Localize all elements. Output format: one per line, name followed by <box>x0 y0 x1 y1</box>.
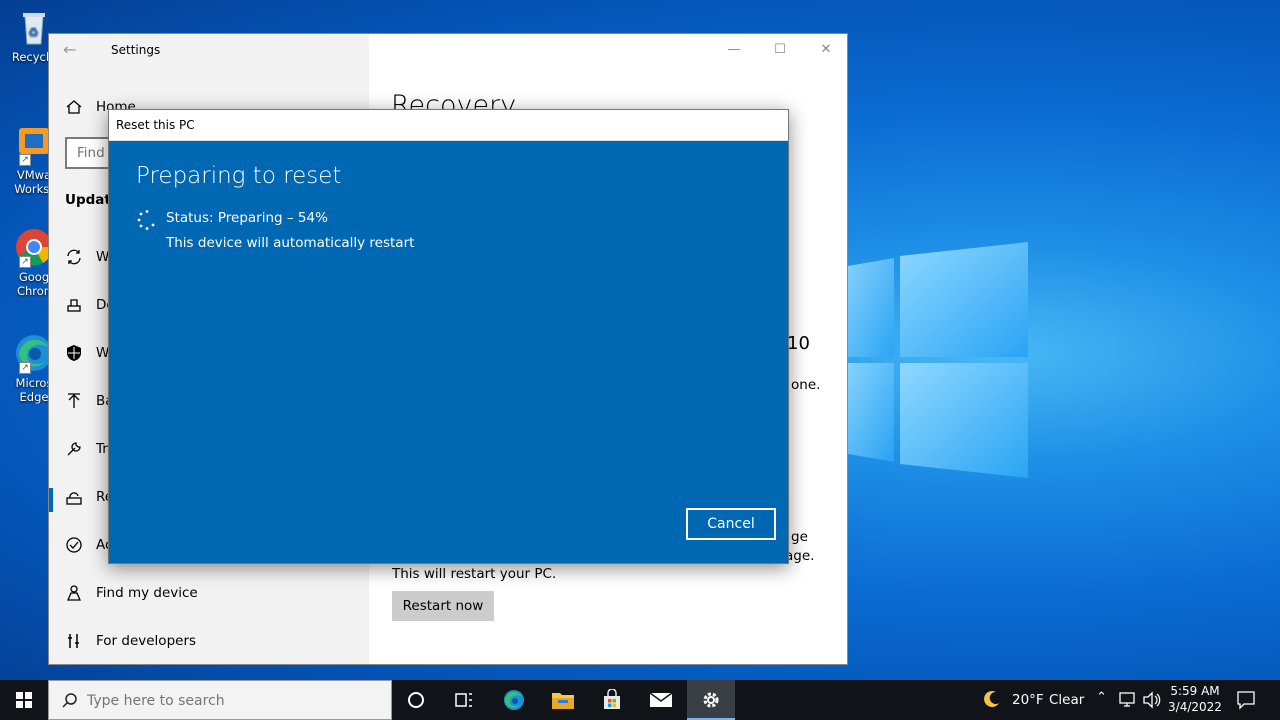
clock-time: 5:59 AM <box>1170 684 1220 698</box>
windows-logo-graphic <box>848 242 1028 478</box>
taskbar-search-box[interactable] <box>48 680 392 720</box>
partial-text: one. <box>791 377 821 393</box>
weather-temperature[interactable]: 20°F <box>1012 692 1044 708</box>
delivery-icon <box>65 296 83 314</box>
restart-now-button[interactable]: Restart now <box>392 591 494 621</box>
taskbar: 20°F Clear ⌃ 5:59 AM 3/4/2022 <box>0 680 1280 720</box>
sync-icon <box>65 248 83 266</box>
partial-heading-text: 10 <box>787 333 810 354</box>
status-text: Status: Preparing – 54% <box>166 210 328 226</box>
restart-description: This will restart your PC. <box>392 566 557 582</box>
taskbar-mail-button[interactable] <box>637 680 685 720</box>
shortcut-arrow-icon: ↗ <box>19 256 31 268</box>
wrench-icon <box>65 440 83 458</box>
start-button[interactable] <box>0 680 48 720</box>
dialog-heading: Preparing to reset <box>136 163 342 189</box>
search-input[interactable] <box>87 690 377 712</box>
shortcut-arrow-icon: ↗ <box>19 154 31 166</box>
maximize-button[interactable]: ☐ <box>757 38 803 62</box>
taskbar-clock[interactable]: 5:59 AM 3/4/2022 <box>1164 683 1226 715</box>
shield-icon <box>65 344 83 362</box>
cortana-button[interactable] <box>392 680 440 720</box>
partial-text: ge <box>791 529 808 545</box>
recovery-icon <box>65 488 83 506</box>
shortcut-arrow-icon: ↗ <box>19 362 31 374</box>
dialog-titlebar: Reset this PC <box>109 110 788 141</box>
sidebar-item-label: Tr <box>96 441 108 457</box>
cancel-button[interactable]: Cancel <box>686 508 776 540</box>
taskbar-edge-button[interactable] <box>490 680 538 720</box>
settings-title: Settings <box>111 43 161 57</box>
chevron-up-icon[interactable]: ⌃ <box>1096 690 1107 705</box>
weather-moon-icon[interactable] <box>982 689 1002 713</box>
search-icon <box>62 693 77 708</box>
task-view-button[interactable] <box>440 680 488 720</box>
clock-date: 3/4/2022 <box>1168 700 1222 714</box>
partial-text: age. <box>785 548 815 564</box>
folder-icon <box>552 693 574 709</box>
edge-icon <box>504 690 524 710</box>
taskbar-store-button[interactable] <box>588 680 636 720</box>
minimize-button[interactable]: — <box>711 38 757 62</box>
person-pin-icon <box>65 584 83 602</box>
weather-description[interactable]: Clear <box>1049 692 1084 708</box>
reset-pc-dialog: Reset this PC Preparing to reset Status:… <box>108 109 789 564</box>
network-icon[interactable] <box>1118 691 1136 713</box>
gear-icon <box>703 692 719 708</box>
cortana-circle-icon <box>408 692 424 708</box>
loading-spinner-icon <box>137 210 155 230</box>
windows-start-icon <box>16 692 32 708</box>
settings-titlebar: ← Settings <box>49 34 369 66</box>
restart-notice: This device will automatically restart <box>166 235 415 251</box>
mail-icon <box>649 692 673 707</box>
sidebar-item-find-my-device[interactable]: Find my device <box>49 572 369 616</box>
volume-icon[interactable] <box>1142 691 1162 713</box>
task-view-icon <box>455 693 472 707</box>
back-arrow-icon[interactable]: ← <box>63 40 76 59</box>
sidebar-item-label: Find my device <box>96 585 198 601</box>
backup-arrow-icon <box>65 392 83 410</box>
check-circle-icon <box>65 536 83 554</box>
dialog-title: Reset this PC <box>116 118 195 132</box>
sidebar-item-label: For developers <box>96 633 197 649</box>
store-bag-icon <box>604 689 620 709</box>
svg-text:♻: ♻ <box>28 25 39 39</box>
sidebar-item-for-developers[interactable]: For developers <box>49 620 369 664</box>
taskbar-file-explorer-button[interactable] <box>539 680 587 720</box>
developer-tools-icon <box>65 632 83 650</box>
notification-icon[interactable] <box>1236 690 1256 714</box>
close-button[interactable]: ✕ <box>803 38 849 62</box>
home-icon <box>65 98 83 116</box>
taskbar-settings-button[interactable] <box>687 680 735 720</box>
